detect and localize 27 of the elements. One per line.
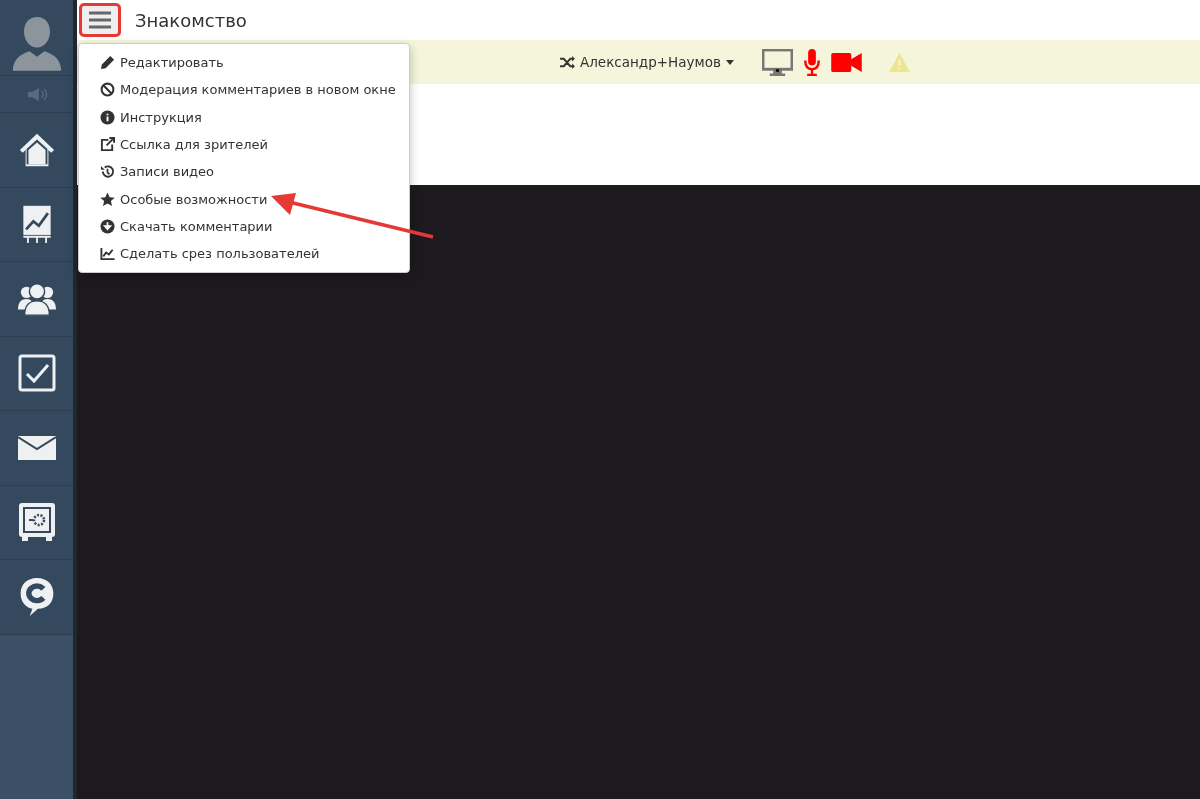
menu-button[interactable] (79, 3, 121, 37)
page-title: Знакомство (135, 9, 247, 31)
menu-item[interactable]: Редактировать (79, 49, 409, 77)
menu-item[interactable]: Особые возможности (79, 185, 409, 213)
menu-item[interactable]: Инструкция (79, 103, 409, 131)
pencil-icon (100, 55, 115, 71)
history-icon (100, 164, 115, 180)
external-link-icon (100, 137, 115, 153)
menu-icon (89, 11, 111, 29)
monitor-icon[interactable] (761, 48, 793, 76)
safe-icon[interactable] (17, 502, 56, 543)
caret-icon (725, 59, 734, 65)
menu-item[interactable]: Записи видео (79, 158, 409, 186)
menu-item[interactable]: Скачать комментарии (79, 212, 409, 241)
menu-item[interactable]: Модерация комментариев в новом окне (79, 76, 409, 104)
checkbox-icon[interactable] (17, 353, 56, 394)
menu-item[interactable]: Ссылка для зрителей (79, 130, 409, 159)
video-camera-icon[interactable] (830, 51, 862, 73)
download-icon (100, 218, 115, 234)
menu-item[interactable]: Сделать срез пользователей (79, 240, 409, 268)
star-icon (100, 191, 115, 207)
microphone-icon[interactable] (802, 48, 821, 76)
info-icon (100, 109, 115, 125)
user-dropdown[interactable]: Александр+Наумов (560, 54, 734, 70)
shuffle-icon (560, 55, 575, 69)
line-chart-icon (100, 246, 115, 262)
ban-icon (100, 82, 115, 98)
